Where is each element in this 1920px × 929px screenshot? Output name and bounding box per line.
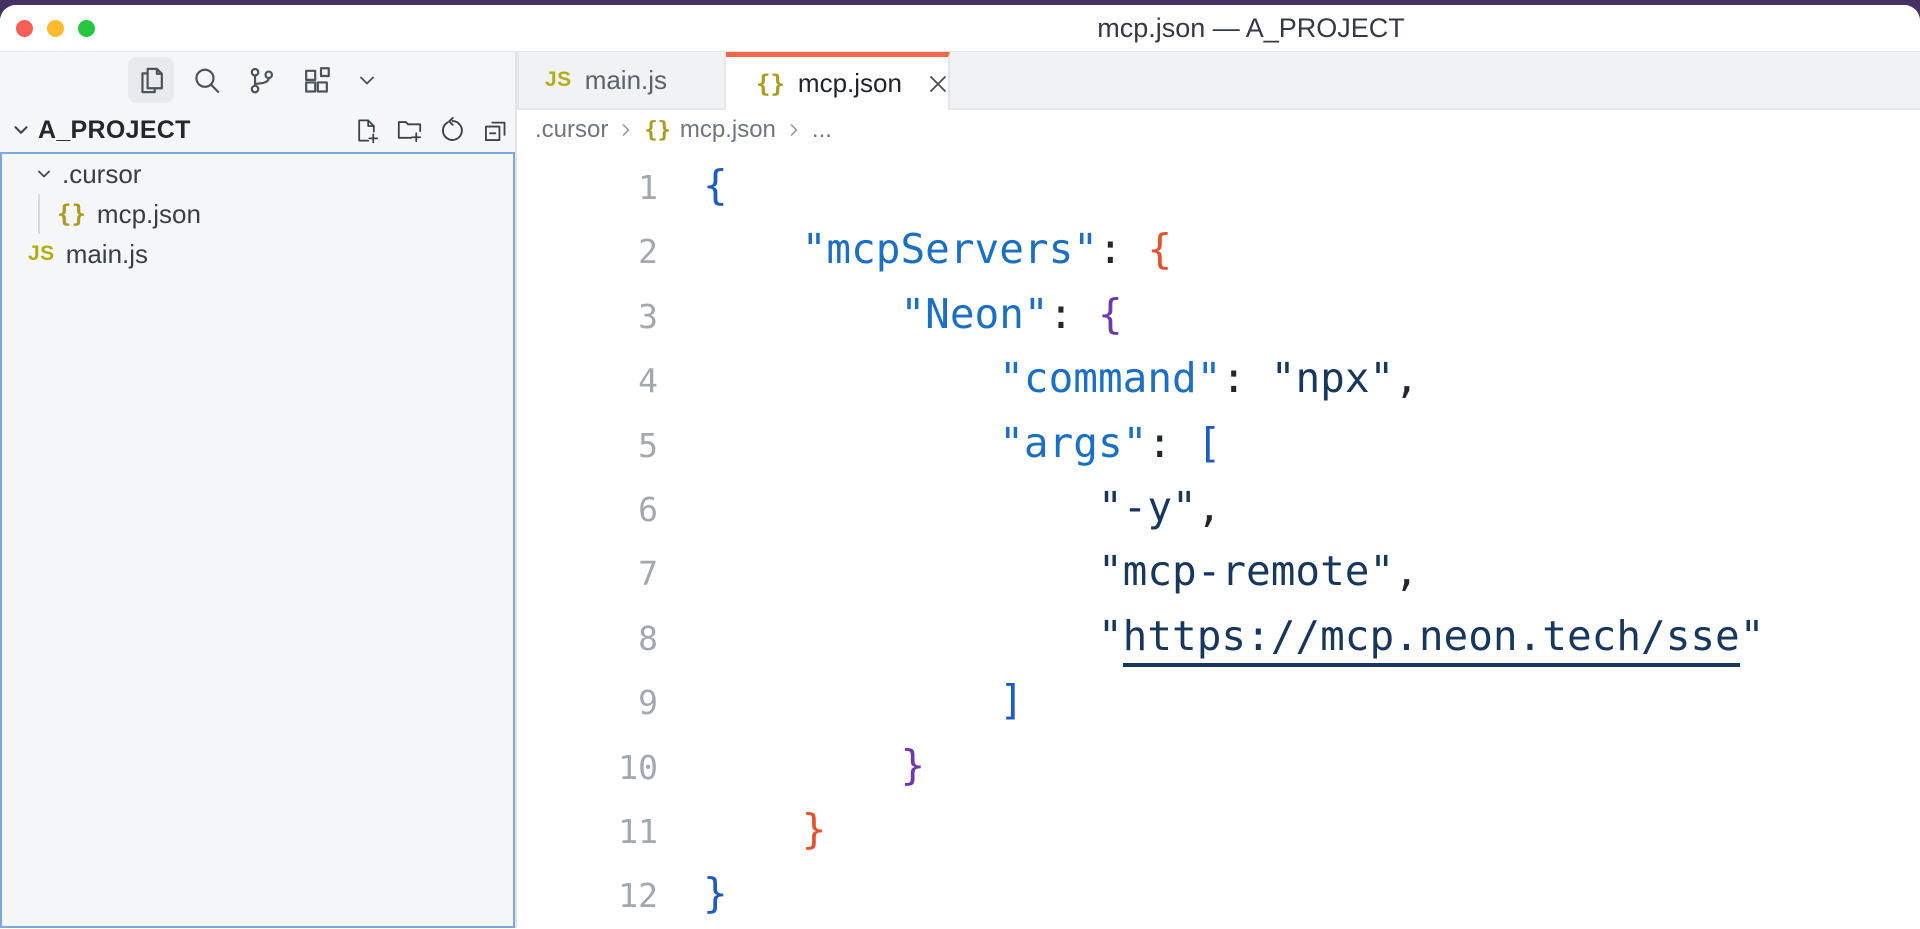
file-label: mcp.json [97,199,201,230]
new-folder-icon [396,117,423,144]
new-file-button[interactable] [348,112,384,148]
line-number: 7 [517,542,658,606]
indent-guide [38,194,40,234]
breadcrumb: .cursor {} mcp.json ... [517,110,1920,150]
chevron-down-icon [10,119,32,141]
chevron-right-icon [616,120,636,140]
line-number: 6 [517,478,658,542]
code-line[interactable]: 10 } [517,733,1920,797]
explorer-header[interactable]: A_PROJECT [0,108,515,152]
json-file-icon: {} [644,118,671,143]
sidebar: A_PROJECT [0,52,517,928]
code-text[interactable]: } [703,861,728,925]
extensions-squares-icon [301,65,332,96]
git-branch-icon [246,65,277,96]
explorer-actions [348,112,513,148]
line-number: 1 [517,156,658,220]
breadcrumb-item-file[interactable]: mcp.json [680,116,776,144]
code-line[interactable]: 4 "command": "npx", [517,346,1920,410]
close-window-button[interactable] [16,20,33,37]
file-label: main.js [66,239,148,270]
js-file-icon: JS [28,242,55,266]
line-number: 11 [517,800,658,864]
code-line[interactable]: 8 "https://mcp.neon.tech/sse" [517,604,1920,668]
line-number: 8 [517,607,658,671]
tree-item-mcp-json[interactable]: {} mcp.json [2,194,513,234]
titlebar: mcp.json — A_PROJECT [0,5,1920,52]
line-number: 4 [517,349,658,413]
tree-item-cursor-folder[interactable]: .cursor [2,154,513,194]
tab-bar: JS main.js {} mcp.json [517,52,1920,110]
code-text[interactable]: "Neon": { [703,282,1123,346]
new-file-icon [353,117,380,144]
line-number: 2 [517,220,658,284]
file-tree[interactable]: .cursor {} mcp.json JS main.js [0,152,515,928]
json-file-icon: {} [756,70,785,98]
chevron-right-icon [784,120,804,140]
code-text[interactable]: "https://mcp.neon.tech/sse" [703,604,1764,668]
code-line[interactable]: 11 } [517,797,1920,861]
magnifier-icon [191,65,222,96]
line-number: 3 [517,285,658,349]
code-editor[interactable]: 1{2 "mcpServers": {3 "Neon": {4 "command… [517,150,1920,928]
json-file-icon: {} [57,200,86,228]
search-icon[interactable] [183,57,229,103]
code-text[interactable]: { [703,153,728,217]
code-line[interactable]: 12} [517,861,1920,925]
refresh-icon [439,117,466,144]
code-line[interactable]: 9 ] [517,668,1920,732]
traffic-lights [16,20,95,37]
code-line[interactable]: 1{ [517,153,1920,217]
close-icon [926,72,950,96]
chevron-down-icon [34,164,54,184]
code-line[interactable]: 7 "mcp-remote", [517,539,1920,603]
code-line[interactable]: 2 "mcpServers": { [517,217,1920,281]
code-text[interactable]: } [703,733,925,797]
code-line[interactable]: 3 "Neon": { [517,282,1920,346]
js-file-icon: JS [545,68,572,92]
source-control-icon[interactable] [238,57,284,103]
code-text[interactable]: ] [703,668,1024,732]
code-line[interactable]: 6 "-y", [517,475,1920,539]
code-text[interactable]: "args": [ [703,411,1221,475]
editor-group: JS main.js {} mcp.json .cursor [517,52,1920,928]
zoom-window-button[interactable] [78,20,95,37]
line-number: 5 [517,414,658,478]
line-number: 12 [517,864,658,928]
tab-label: mcp.json [798,68,902,99]
collapse-all-icon [482,117,509,144]
new-folder-button[interactable] [391,112,427,148]
project-name: A_PROJECT [38,116,348,145]
close-tab-button[interactable] [926,70,950,98]
tree-item-main-js[interactable]: JS main.js [2,234,513,274]
code-text[interactable]: "mcpServers": { [703,217,1172,281]
folder-label: .cursor [62,159,141,190]
code-text[interactable]: "command": "npx", [703,346,1419,410]
line-number: 10 [517,736,658,800]
tab-bar-empty-space [950,52,1920,110]
breadcrumb-item-symbol[interactable]: ... [812,116,832,144]
more-views-button[interactable] [348,57,386,103]
code-text[interactable]: "-y", [703,475,1221,539]
code-text[interactable]: } [703,797,826,861]
collapse-folders-button[interactable] [477,112,513,148]
breadcrumb-item-folder[interactable]: .cursor [535,116,608,144]
code-text[interactable]: "mcp-remote", [703,539,1419,603]
line-number: 9 [517,671,658,735]
extensions-icon[interactable] [293,57,339,103]
minimize-window-button[interactable] [47,20,64,37]
activity-bar [0,52,515,108]
tab-main-js[interactable]: JS main.js [517,52,726,110]
explorer-icon[interactable] [128,57,174,103]
files-icon [136,65,167,96]
app-window: mcp.json — A_PROJECT [0,5,1920,929]
tab-mcp-json[interactable]: {} mcp.json [726,52,950,110]
window-title: mcp.json — A_PROJECT [1097,5,1405,52]
chevron-down-icon [355,68,379,92]
refresh-button[interactable] [434,112,470,148]
tab-label: main.js [585,65,667,96]
code-line[interactable]: 5 "args": [ [517,411,1920,475]
